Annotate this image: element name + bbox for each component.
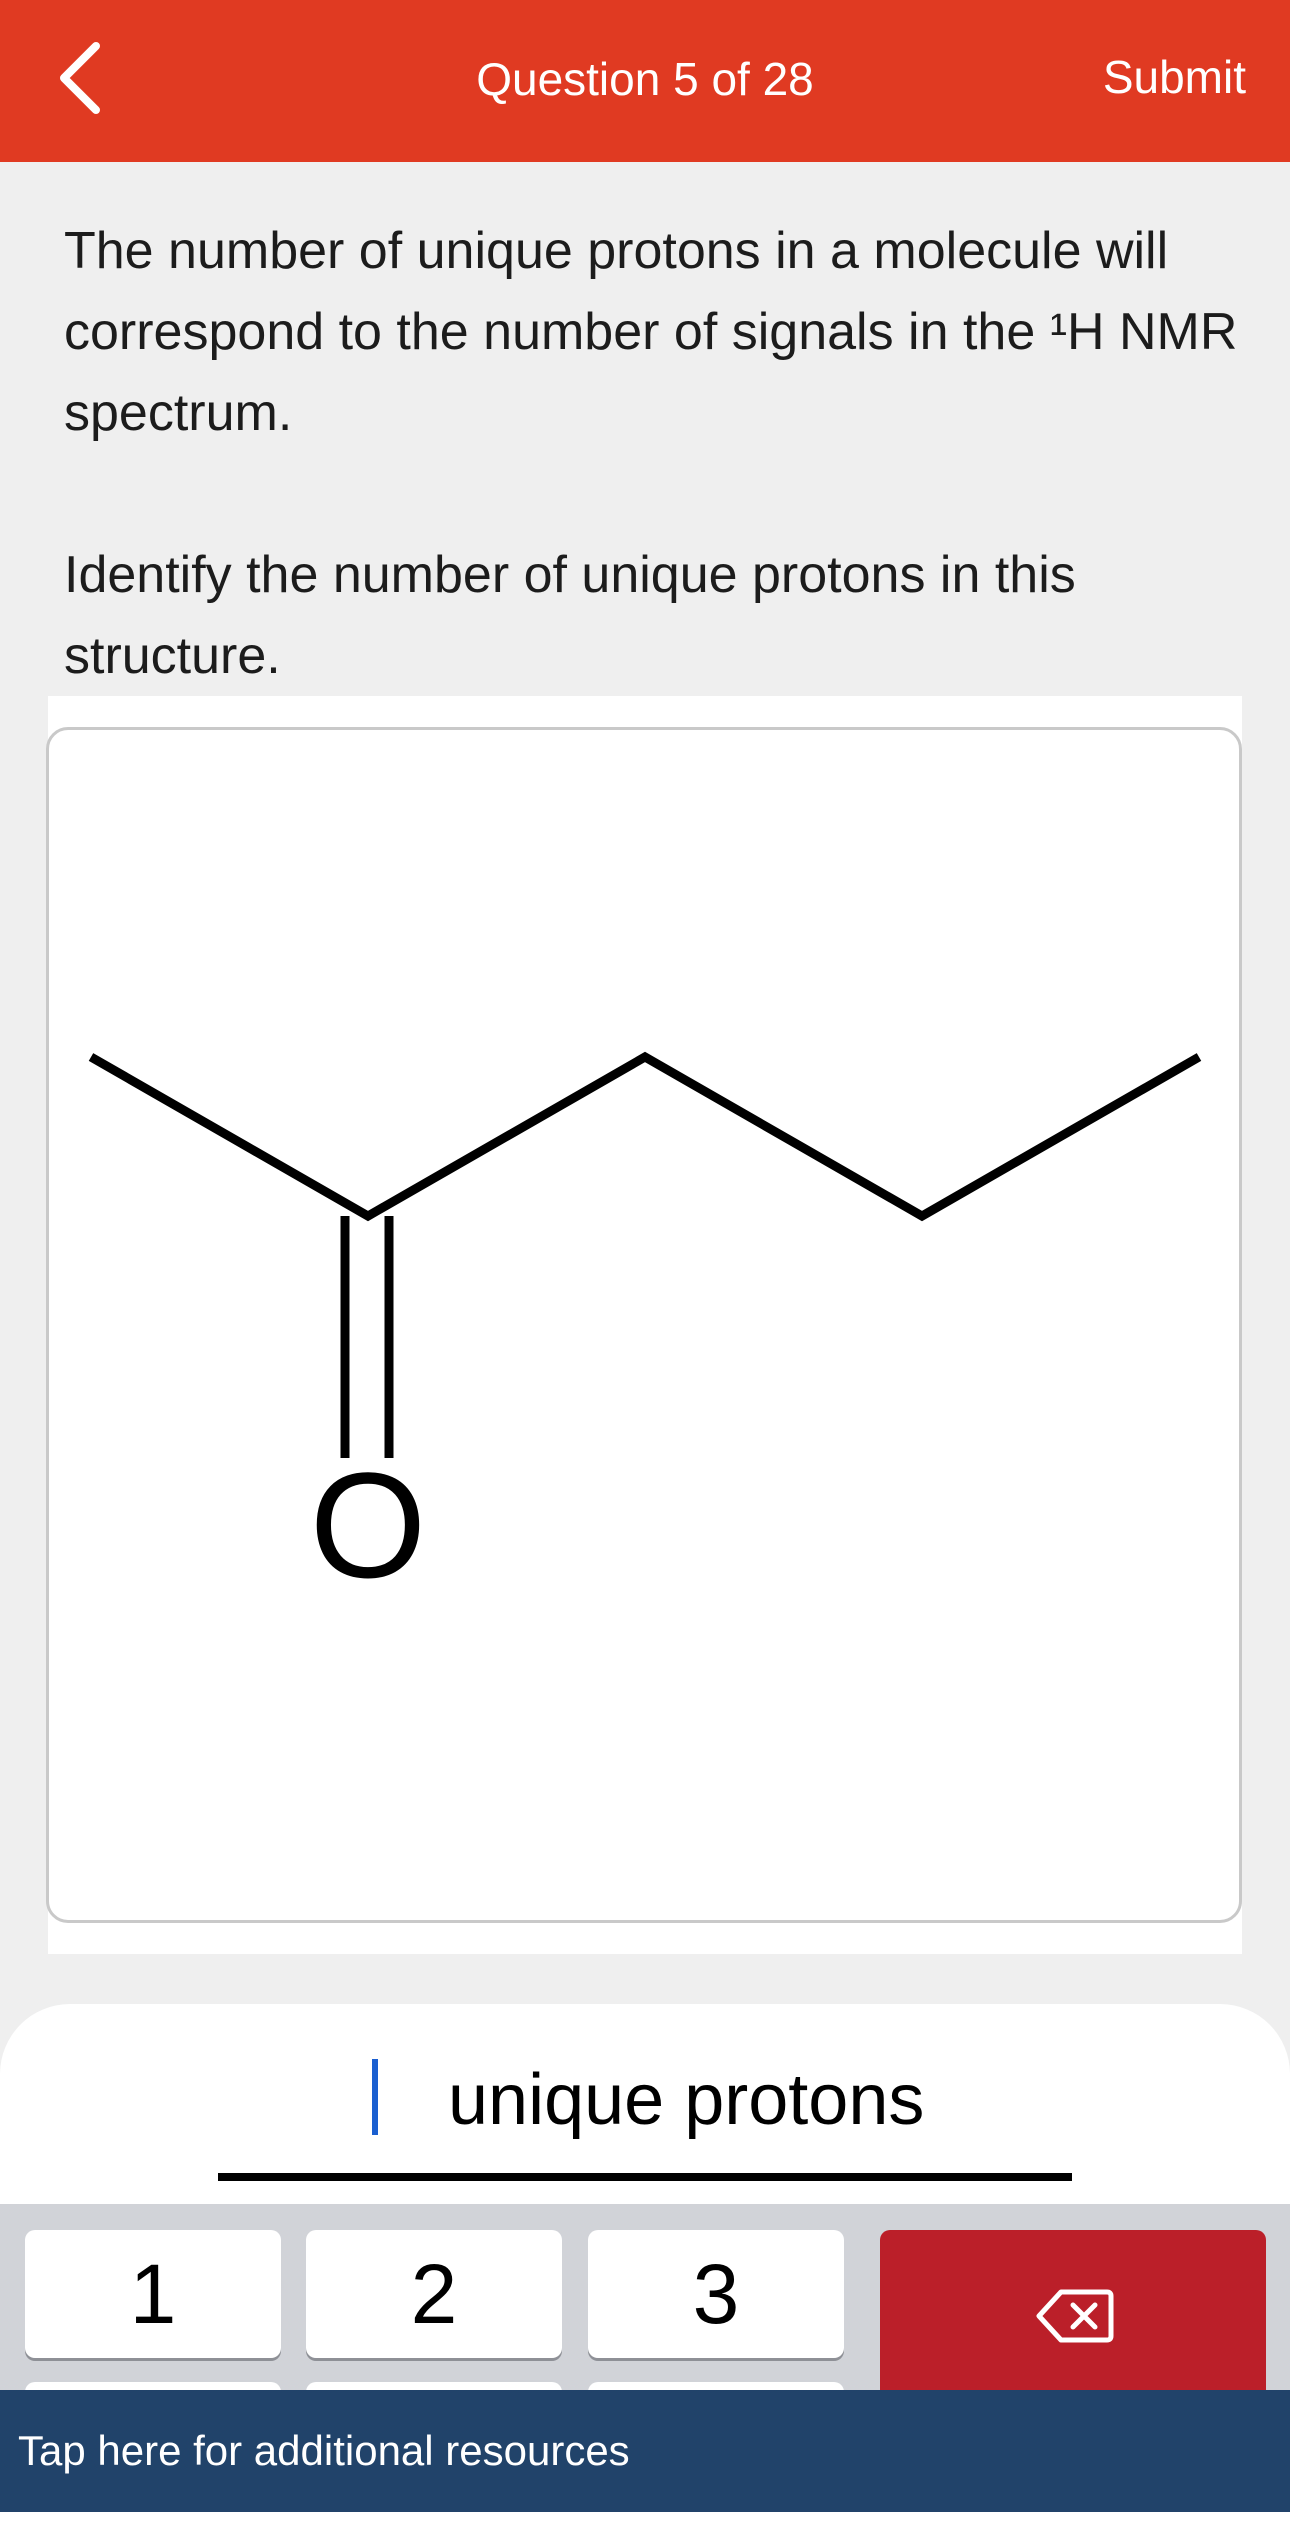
- oxygen-atom-label: O: [310, 1441, 427, 1609]
- key-3[interactable]: 3: [588, 2230, 844, 2358]
- answer-input[interactable]: [390, 2055, 430, 2135]
- question-counter: Question 5 of 28: [476, 53, 814, 105]
- submit-button[interactable]: Submit: [1103, 0, 1246, 154]
- molecule-structure: O: [88, 1051, 1202, 1609]
- header-bar: Question 5 of 28 Submit: [0, 0, 1290, 162]
- bottom-strip: [0, 2512, 1290, 2538]
- back-button[interactable]: [50, 34, 120, 124]
- backspace-icon: [1036, 2289, 1114, 2343]
- answer-unit-label: unique protons: [448, 2060, 925, 2140]
- key-2[interactable]: 2: [306, 2230, 562, 2358]
- additional-resources-label: Tap here for additional resources: [18, 2427, 630, 2474]
- answer-field[interactable]: unique protons: [218, 2045, 1072, 2181]
- structure-card: O: [46, 727, 1242, 1923]
- carbon-chain: [88, 1051, 1202, 1222]
- delete-key[interactable]: [880, 2230, 1266, 2400]
- key-1[interactable]: 1: [25, 2230, 281, 2358]
- question-paragraph-2: Identify the number of unique protons in…: [64, 546, 1076, 685]
- question-paragraph-1: The number of unique protons in a molecu…: [64, 222, 1238, 442]
- text-caret: [372, 2059, 378, 2135]
- chevron-left-icon: [60, 42, 100, 114]
- additional-resources-bar[interactable]: Tap here for additional resources: [0, 2390, 1290, 2512]
- numeric-keypad: 1 2 3: [0, 2204, 1290, 2402]
